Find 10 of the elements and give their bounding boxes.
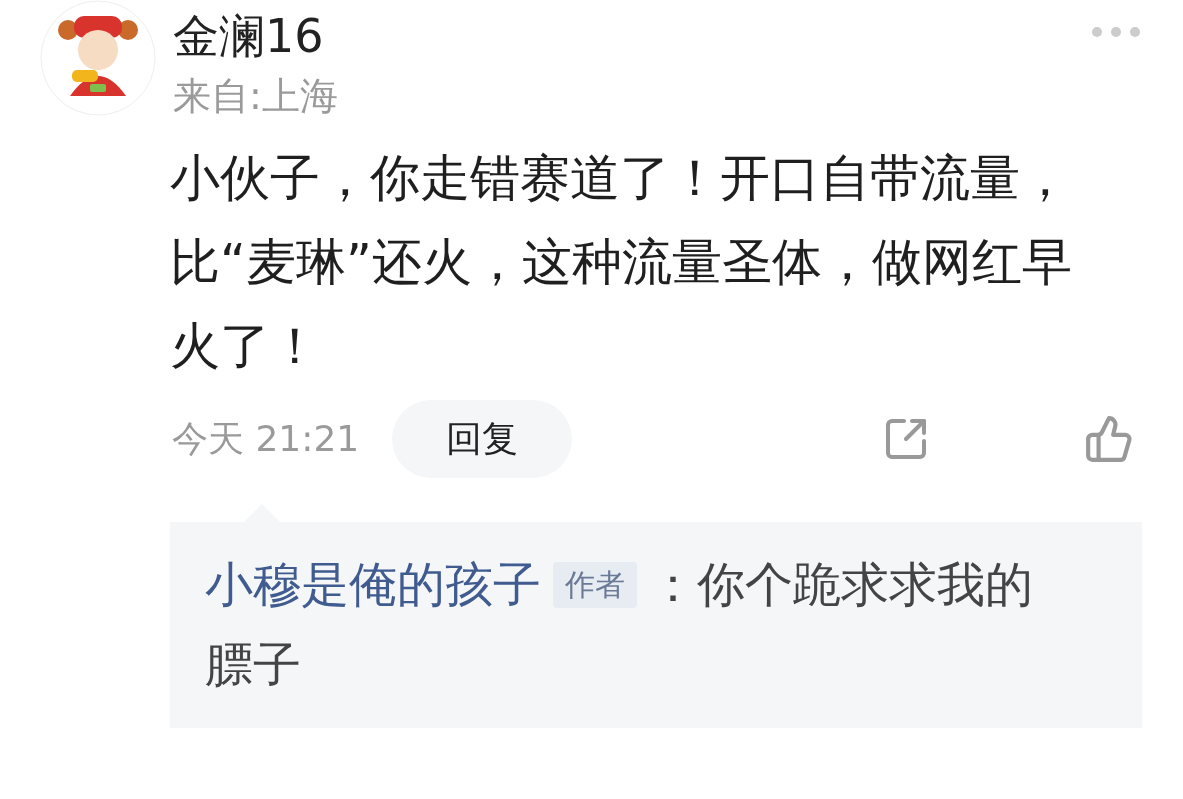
comment-text: 小伙子，你走错赛道了！开口自带流量，比“麦琳”还火，这种流量圣体，做网红早火了！ — [170, 148, 1073, 377]
author-name[interactable]: 金澜16 — [173, 4, 338, 68]
timestamp: 今天 21:21 — [172, 417, 361, 461]
like-icon[interactable] — [1084, 414, 1134, 464]
more-icon[interactable] — [1092, 27, 1140, 37]
reply-text: 小穆是俺的孩子 作者 ：你个跪求求我的膘子 — [205, 555, 1034, 694]
reply-button[interactable]: 回复 — [392, 400, 572, 478]
location-label: 来自:上海 — [173, 73, 338, 120]
reply-author[interactable]: 小穆是俺的孩子 — [205, 556, 541, 612]
author-badge: 作者 — [553, 562, 637, 608]
